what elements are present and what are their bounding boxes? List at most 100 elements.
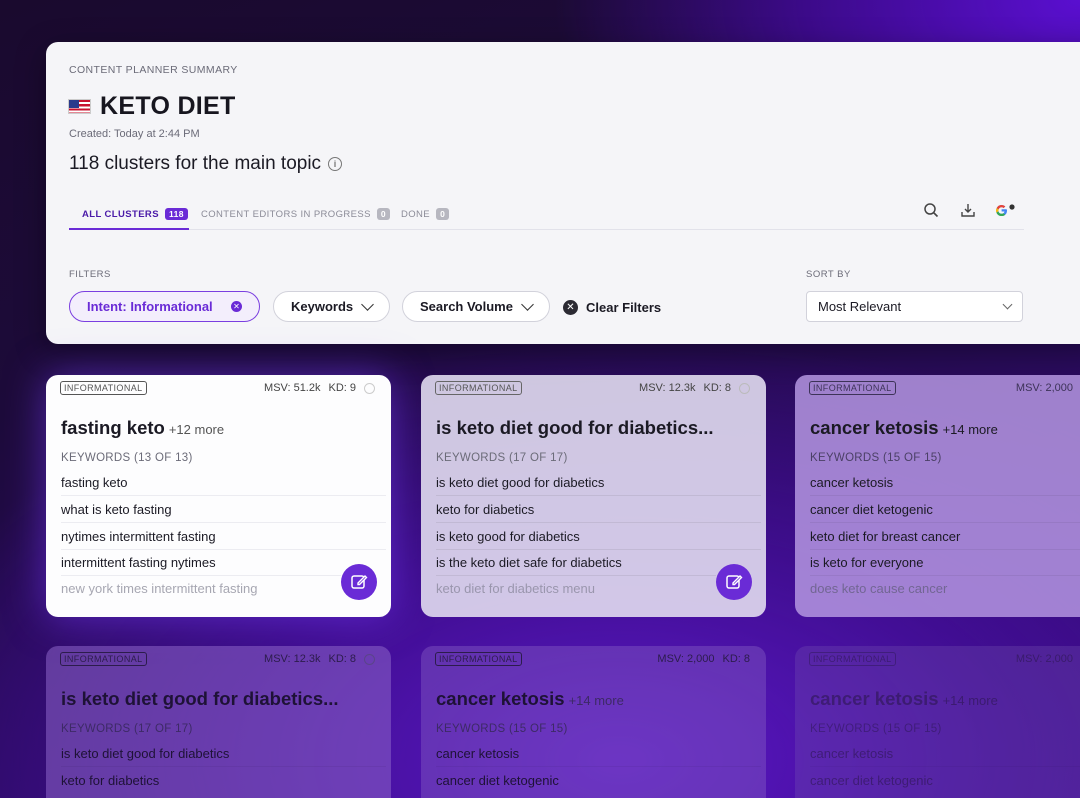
keywords-dropdown[interactable]: Keywords [273, 291, 391, 322]
cluster-card[interactable]: INFORMATIONAL MSV: 2,000 cancer ketosis +… [795, 375, 1080, 617]
cluster-title-text: fasting keto [61, 417, 165, 438]
cluster-card[interactable]: INFORMATIONAL MSV: 2,000 cancer ketosis +… [795, 646, 1080, 798]
sort-by-label: SORT BY [806, 269, 851, 280]
download-icon[interactable] [960, 202, 978, 220]
intent-tag: INFORMATIONAL [809, 652, 896, 666]
kd-value: KD: 8 [328, 653, 356, 665]
msv-value: MSV: 51.2k [264, 382, 321, 394]
planner-summary-panel: CONTENT PLANNER SUMMARY KETO DIET Create… [46, 42, 1080, 344]
msv-value: MSV: 2,000 [1015, 653, 1073, 665]
keywords-header: KEYWORDS (15 OF 15) [810, 452, 942, 464]
more-count: +14 more [942, 422, 998, 437]
cluster-card[interactable]: INFORMATIONAL MSV: 12.3k KD: 8 is keto d… [46, 646, 391, 798]
intent-tag: INFORMATIONAL [435, 381, 522, 395]
edit-icon [351, 575, 368, 589]
cluster-title-text: cancer ketosis [810, 688, 939, 709]
edit-button[interactable] [341, 564, 377, 600]
more-count: +14 more [942, 693, 998, 708]
keywords-header: KEYWORDS (15 OF 15) [810, 723, 942, 735]
intent-filter-chip[interactable]: Intent: Informational ✕ [69, 291, 260, 322]
clusters-summary: 118 clusters for the main topic i [69, 153, 343, 175]
keywords-header: KEYWORDS (17 OF 17) [436, 452, 568, 464]
keyword-item: nytimes intermittent fasting [61, 523, 386, 550]
keyword-item: cancer diet ketogenic [810, 773, 933, 788]
sort-select-value: Most Relevant [818, 299, 902, 314]
tab-label: DONE [401, 208, 431, 220]
clusters-summary-text: 118 clusters for the main topic [69, 153, 322, 174]
chevron-down-icon [1002, 299, 1013, 310]
keyword-item: cancer diet ketogenic [810, 496, 1080, 523]
clear-filters-label: Clear Filters [586, 300, 662, 315]
keyword-item: cancer ketosis [436, 740, 761, 767]
msv-value: MSV: 12.3k [264, 653, 321, 665]
keyword-item: is keto diet good for diabetics [436, 469, 761, 496]
select-checkbox[interactable] [364, 382, 375, 394]
remove-filter-icon[interactable]: ✕ [231, 301, 242, 312]
clear-filters-button[interactable]: ✕ Clear Filters [563, 300, 661, 315]
tab-content-editors[interactable]: CONTENT EDITORS IN PROGRESS 0 [201, 208, 391, 220]
cluster-title-text: is keto diet good for diabetics... [436, 417, 714, 438]
tab-count-badge: 0 [436, 208, 450, 220]
cluster-title-text: cancer ketosis [436, 688, 565, 709]
intent-tag: INFORMATIONAL [60, 652, 147, 666]
msv-value: MSV: 12.3k [639, 382, 696, 394]
edit-button[interactable] [716, 564, 752, 600]
cluster-card[interactable]: INFORMATIONAL MSV: 2,000 KD: 8 cancer ke… [421, 646, 766, 798]
keyword-item: intermittent fasting nytimes [61, 549, 341, 576]
intent-tag: INFORMATIONAL [60, 381, 147, 395]
tab-count-badge: 0 [376, 208, 391, 220]
keyword-item: cancer ketosis [810, 469, 1080, 496]
card-metrics: MSV: 2,000 [1016, 382, 1073, 394]
tab-done[interactable]: DONE 0 [401, 208, 450, 220]
cluster-title: is keto diet good for diabetics... [61, 688, 339, 710]
intent-tag: INFORMATIONAL [809, 381, 896, 395]
cluster-title: fasting keto +12 more [61, 417, 224, 439]
cluster-card[interactable]: INFORMATIONAL MSV: 51.2k KD: 9 fasting k… [46, 375, 391, 617]
keywords-header: KEYWORDS (13 OF 13) [61, 452, 193, 464]
chevron-down-icon [521, 297, 534, 311]
cluster-title-text: cancer ketosis [810, 417, 939, 438]
keyword-item: fasting keto [61, 469, 386, 496]
keyword-item: does keto cause cancer [810, 581, 948, 596]
sort-select[interactable]: Most Relevant [806, 291, 1023, 322]
cluster-card[interactable]: INFORMATIONAL MSV: 12.3k KD: 8 is keto d… [421, 375, 766, 617]
cluster-title-text: is keto diet good for diabetics... [61, 688, 339, 709]
keywords-header: KEYWORDS (17 OF 17) [61, 723, 193, 735]
msv-value: MSV: 2,000 [657, 653, 715, 665]
clear-icon: ✕ [563, 300, 578, 315]
active-tab-indicator [69, 228, 189, 230]
search-icon[interactable] [923, 202, 941, 220]
more-count: +12 more [168, 422, 225, 437]
keyword-item: keto diet for breast cancer [810, 523, 1080, 550]
cluster-title: is keto diet good for diabetics... [436, 417, 718, 439]
keyword-item: new york times intermittent fasting [61, 581, 258, 596]
keyword-item: what is keto fasting [61, 496, 386, 523]
created-timestamp: Created: Today at 2:44 PM [69, 128, 200, 140]
cluster-title: cancer ketosis +14 more [436, 688, 624, 710]
keyword-item: cancer ketosis [810, 740, 1080, 767]
card-metrics: MSV: 2,000 KD: 8 [657, 653, 750, 665]
filters-label: FILTERS [69, 269, 111, 280]
search-volume-dropdown[interactable]: Search Volume [402, 291, 550, 322]
tab-bar: ALL CLUSTERS 118 CONTENT EDITORS IN PROG… [69, 202, 1024, 230]
keyword-item: keto diet for diabetics menu [436, 581, 595, 596]
us-flag-icon [68, 99, 91, 114]
tab-all-clusters[interactable]: ALL CLUSTERS 118 [82, 208, 188, 220]
card-metrics: MSV: 12.3k KD: 8 [639, 382, 750, 394]
card-metrics: MSV: 12.3k KD: 8 [264, 653, 375, 665]
info-icon[interactable]: i [328, 157, 343, 171]
chevron-down-icon [361, 297, 375, 311]
google-icon[interactable] [994, 202, 1015, 220]
cluster-title: cancer ketosis +14 more [810, 688, 998, 710]
keyword-item: is the keto diet safe for diabetics [436, 549, 716, 576]
keyword-item: is keto for everyone [810, 549, 1080, 576]
intent-tag: INFORMATIONAL [435, 652, 522, 666]
select-checkbox[interactable] [739, 382, 750, 394]
cluster-title: cancer ketosis +14 more [810, 417, 998, 439]
select-checkbox[interactable] [364, 653, 375, 665]
keywords-dropdown-label: Keywords [291, 299, 354, 314]
intent-filter-label: Intent: Informational [87, 299, 213, 314]
tab-count-badge: 118 [164, 208, 188, 220]
more-count: +14 more [568, 693, 624, 708]
tab-label: ALL CLUSTERS [82, 208, 159, 220]
